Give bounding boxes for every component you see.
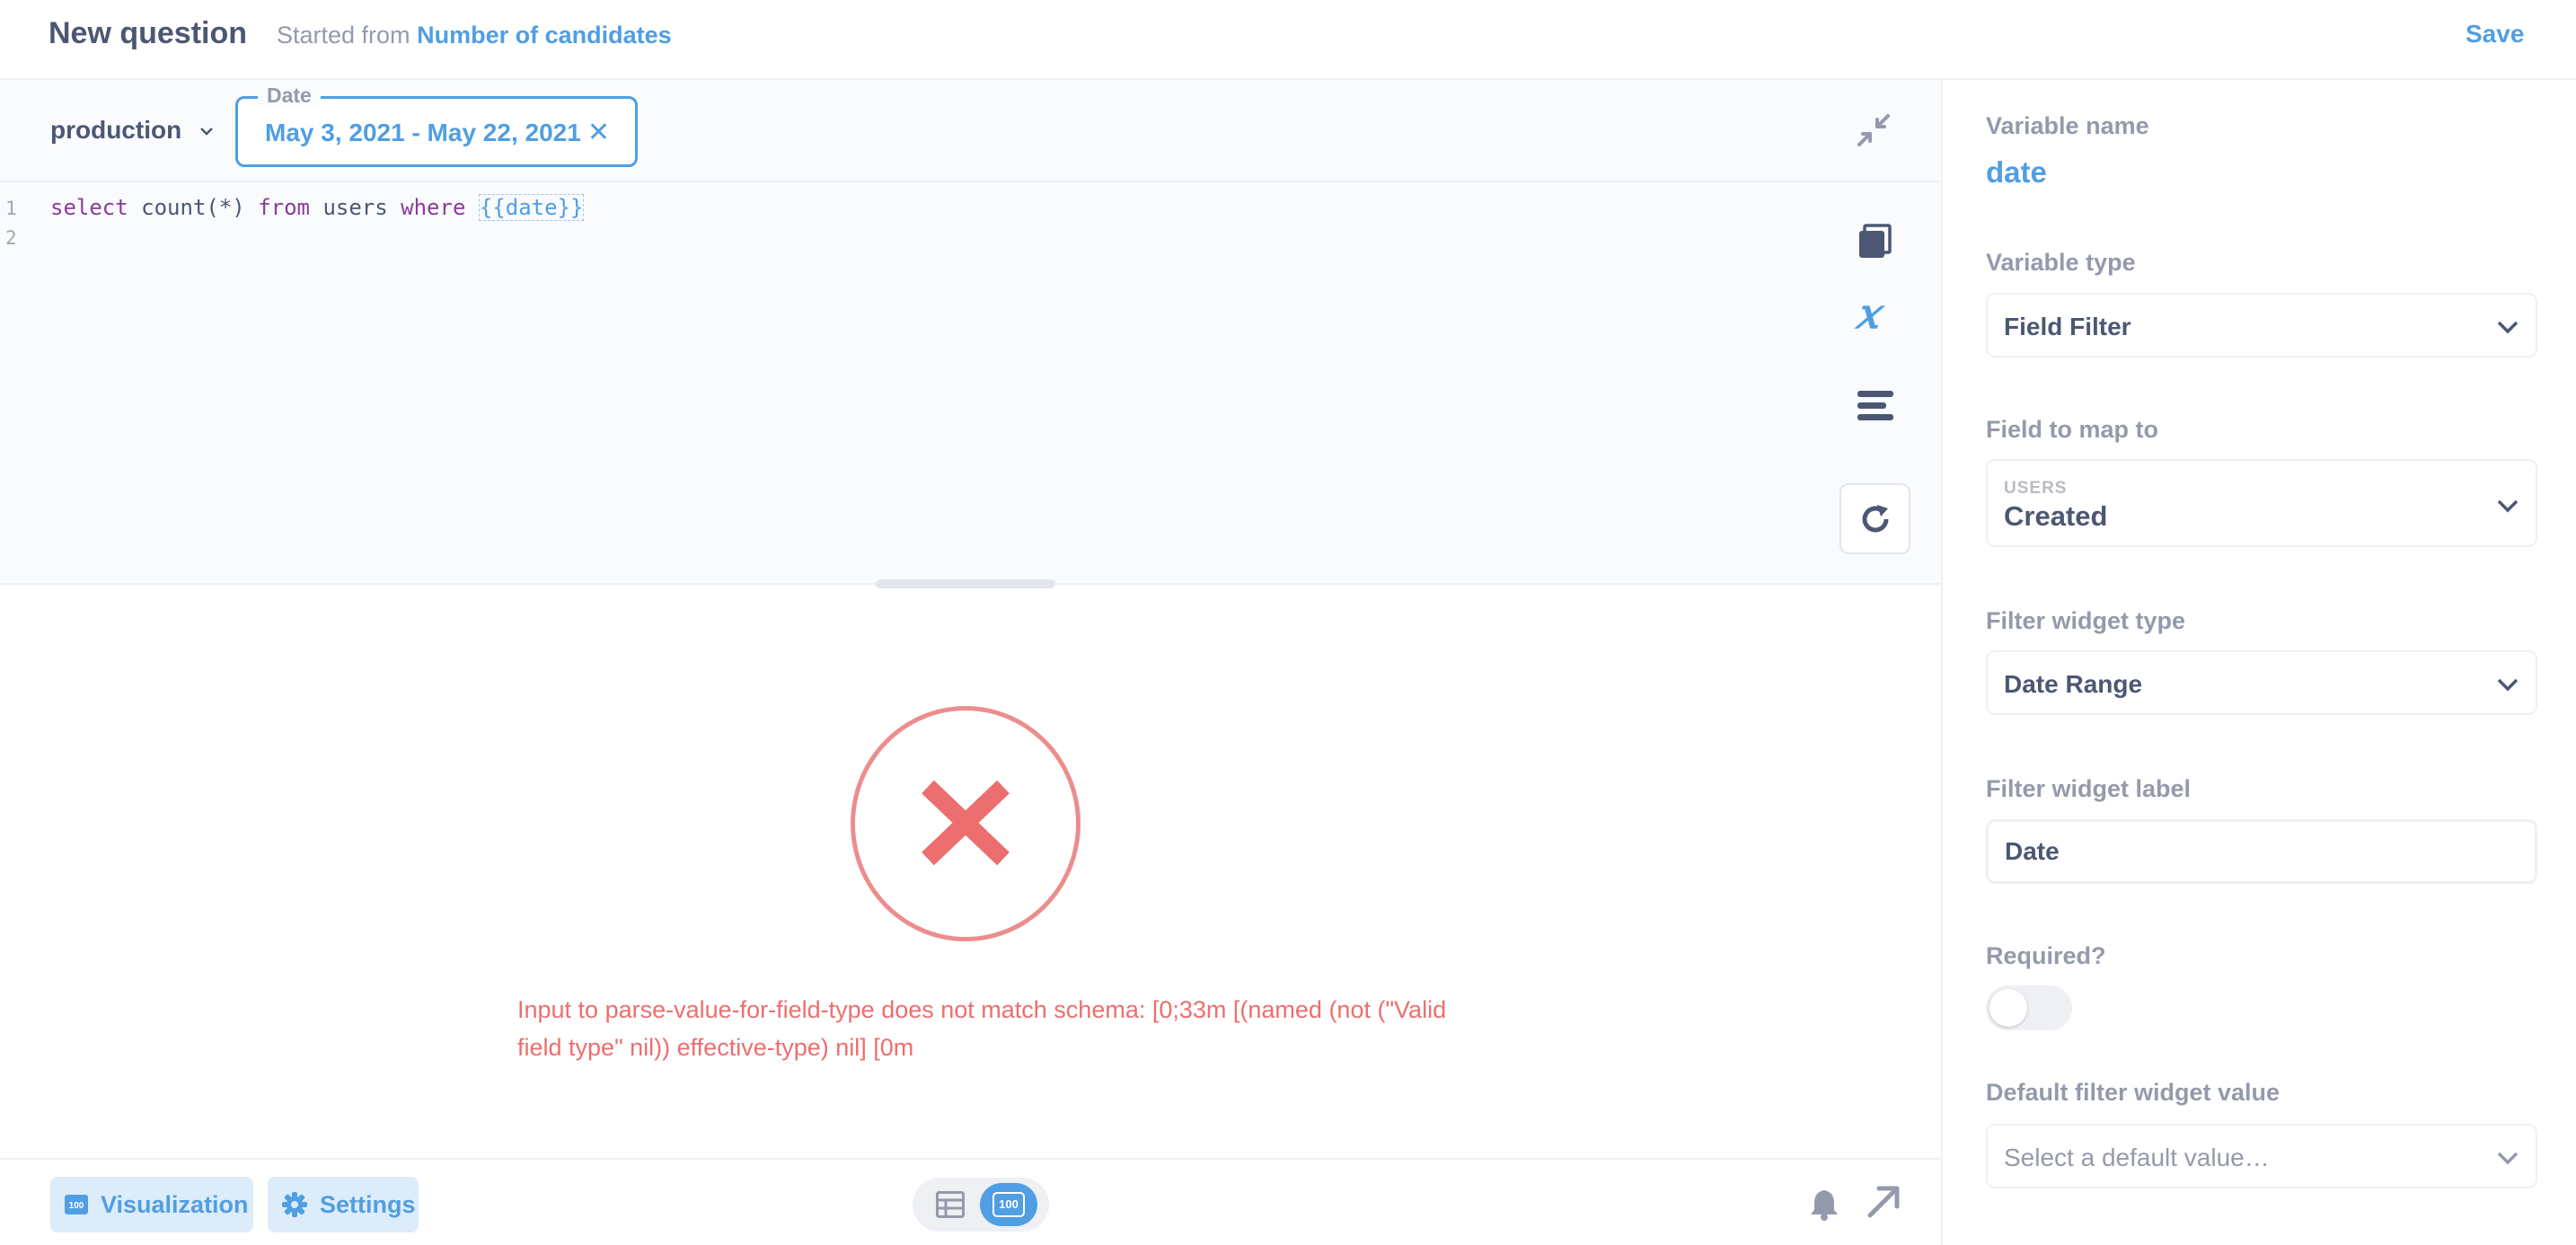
code-line: 2	[0, 225, 32, 250]
field-table-name: USERS	[2004, 479, 2068, 498]
variable-settings-panel: Variable name date Variable type Field F…	[1941, 80, 2576, 1245]
open-in-new-icon[interactable]	[1866, 1185, 1901, 1219]
date-filter-legend: Date	[258, 84, 321, 108]
variable-type-select[interactable]: Field Filter	[1986, 293, 2537, 358]
widget-label-label: Filter widget label	[1986, 775, 2192, 802]
widget-label-input[interactable]	[1986, 819, 2537, 884]
page-title: New question	[49, 16, 248, 50]
default-value-select[interactable]: Select a default value…	[1986, 1124, 2537, 1188]
variable-type-value: Field Filter	[2004, 313, 2131, 340]
header: New question Started from Number of cand…	[0, 0, 2576, 80]
default-value-placeholder: Select a default value…	[2004, 1143, 2270, 1171]
required-toggle[interactable]	[1986, 985, 2072, 1030]
date-filter-widget[interactable]: Date May 3, 2021 - May 22, 2021 ✕	[235, 84, 638, 167]
editor-toolbar: production Date May 3, 2021 - May 22, 20…	[0, 80, 1941, 182]
number-badge: 100	[992, 1192, 1025, 1217]
started-from-label: Started from	[277, 22, 410, 49]
widget-type-select[interactable]: Date Range	[1986, 650, 2537, 715]
footer-bar: 100 Visualization Settings 100	[0, 1158, 1941, 1245]
code-line: 1 select count(*) from users where {{dat…	[0, 194, 585, 221]
variable-name: date	[1986, 155, 2047, 189]
date-filter-value: May 3, 2021 - May 22, 2021	[265, 119, 581, 146]
clear-filter-icon[interactable]: ✕	[587, 117, 610, 148]
toggle-knob	[1989, 989, 2027, 1027]
chevron-down-icon	[2497, 1152, 2519, 1165]
bell-icon[interactable]	[1809, 1188, 1839, 1221]
database-name: production	[50, 116, 182, 144]
svg-text:100: 100	[69, 1201, 84, 1211]
variable-type-label: Variable type	[1986, 249, 2136, 276]
field-name: Created	[2004, 500, 2108, 532]
snippets-icon[interactable]	[1857, 391, 1893, 421]
line-number: 2	[5, 227, 17, 249]
code-token: users	[310, 195, 401, 220]
chevron-down-icon	[2497, 321, 2519, 334]
required-label: Required?	[1986, 942, 2106, 969]
database-picker[interactable]: production	[50, 116, 214, 145]
code-token: {{date}}	[478, 194, 585, 221]
collapse-icon[interactable]	[1856, 112, 1892, 148]
variable-name-label: Variable name	[1986, 112, 2149, 139]
code-token: select	[50, 195, 128, 220]
error-message: Input to parse-value-for-field-type does…	[517, 996, 1447, 1061]
visualization-view-toggle[interactable]: 100	[980, 1183, 1037, 1226]
code-token: where	[401, 195, 466, 220]
chevron-down-icon	[200, 128, 213, 136]
visualization-button[interactable]: 100 Visualization	[50, 1177, 253, 1232]
line-number: 1	[5, 198, 17, 219]
widget-type-value: Date Range	[2004, 670, 2143, 698]
chevron-down-icon	[2497, 499, 2519, 513]
gear-icon	[282, 1192, 307, 1217]
started-from: Started from Number of candidates	[277, 22, 672, 49]
code-token: count(*)	[128, 195, 259, 220]
field-map-label: Field to map to	[1986, 416, 2158, 443]
table-icon[interactable]	[936, 1191, 965, 1218]
visualization-label: Visualization	[101, 1190, 249, 1218]
number-chart-icon: 100	[65, 1195, 88, 1214]
refresh-icon	[1862, 505, 1889, 533]
editor-resize-handle[interactable]	[876, 579, 1055, 588]
view-toggle[interactable]: 100	[913, 1178, 1049, 1232]
code-text: select count(*) from users where {{date}…	[50, 194, 585, 221]
run-query-button[interactable]	[1839, 483, 1910, 554]
save-button[interactable]: Save	[2466, 20, 2524, 49]
widget-type-label: Filter widget type	[1986, 607, 2186, 634]
chevron-down-icon	[2497, 678, 2519, 692]
code-token: from	[258, 195, 310, 220]
settings-button[interactable]: Settings	[268, 1177, 419, 1232]
settings-label: Settings	[320, 1190, 416, 1218]
error-x-icon	[922, 780, 1010, 866]
source-question-link[interactable]: Number of candidates	[417, 22, 672, 49]
default-value-label: Default filter widget value	[1986, 1079, 2280, 1106]
field-map-select[interactable]: USERS Created	[1986, 459, 2537, 547]
variables-icon[interactable]: 𝑥	[1856, 293, 1879, 334]
data-reference-icon[interactable]	[1857, 224, 1892, 260]
native-query-editor: production Date May 3, 2021 - May 22, 20…	[0, 80, 1941, 585]
